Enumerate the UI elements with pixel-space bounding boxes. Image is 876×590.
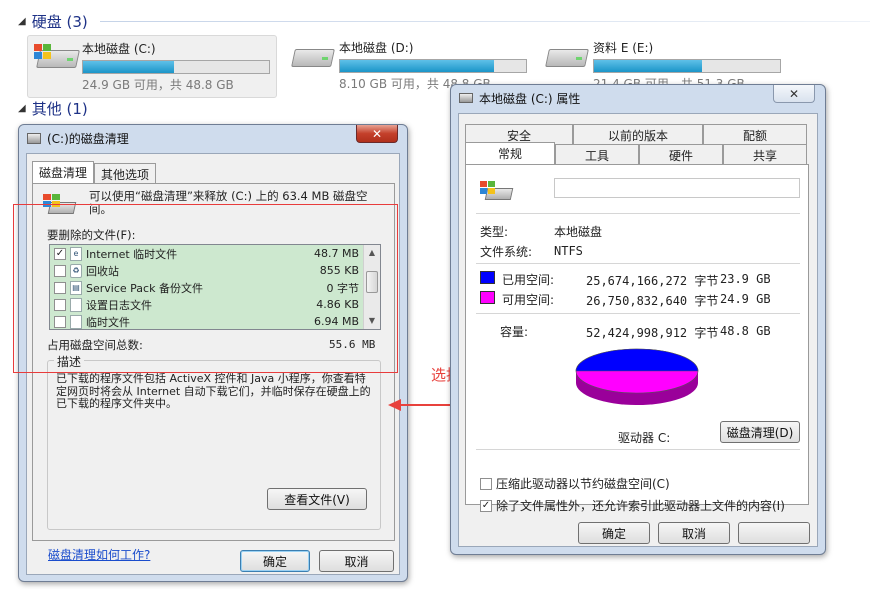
drive-free-text: 24.9 GB 可用，共 48.8 GB	[82, 78, 234, 92]
collapse-arrow-icon[interactable]: ◢	[18, 16, 26, 27]
compress-option[interactable]: 压缩此驱动器以节约磁盘空间(C)	[480, 475, 670, 492]
cleanup-tabs: 磁盘清理 其他选项	[32, 161, 157, 183]
drive-usage-bar	[82, 60, 270, 74]
ok-button[interactable]: 确定	[578, 522, 650, 544]
divider	[476, 449, 800, 450]
drive-name: 本地磁盘 (C:)	[82, 42, 156, 56]
tab-hardware[interactable]: 硬件	[639, 144, 723, 164]
free-space-bytes: 26,750,832,640 字节	[586, 294, 719, 308]
drive-label: 驱动器 C:	[618, 431, 671, 445]
description-group: 描述 已下载的程序文件包括 ActiveX 控件和 Java 小程序，你查看特定…	[47, 353, 381, 530]
close-icon[interactable]: ✕	[773, 85, 815, 103]
hard-disks-header[interactable]: ◢ 硬盘 (3)	[18, 11, 88, 32]
capacity-bytes: 52,424,998,912 字节	[586, 326, 719, 340]
collapse-arrow-icon[interactable]: ◢	[18, 103, 26, 114]
props-tabs-bottom: 常规 工具 硬件 共享	[465, 142, 807, 164]
tab-previous-versions[interactable]: 以前的版本	[573, 124, 703, 144]
disk-usage-pie	[575, 348, 699, 405]
how-cleanup-works-link[interactable]: 磁盘清理如何工作?	[48, 546, 150, 563]
description-text: 已下载的程序文件包括 ActiveX 控件和 Java 小程序，你查看特定网页时…	[56, 372, 371, 410]
pie-used-slice	[575, 348, 699, 372]
divider	[476, 313, 800, 314]
used-space-bytes: 25,674,166,272 字节	[586, 274, 719, 288]
used-space-label: 已用空间:	[502, 273, 555, 287]
drive-large-icon	[480, 179, 514, 203]
drive-properties-window: 本地磁盘 (C:) 属性 ✕ 安全 以前的版本 配额 常规 工具 硬件 共享 类…	[450, 84, 826, 555]
general-tab-page: 类型: 本地磁盘 文件系统: NTFS 已用空间: 25,674,166,272…	[465, 164, 809, 513]
props-titlebar: 本地磁盘 (C:) 属性	[451, 85, 825, 111]
free-space-swatch	[480, 291, 495, 304]
hard-drive-icon	[34, 40, 80, 74]
ok-button[interactable]: 确定	[240, 550, 310, 572]
view-files-button[interactable]: 查看文件(V)	[267, 488, 367, 510]
tab-more-options[interactable]: 其他选项	[94, 163, 157, 183]
free-space-gb: 24.9 GB	[720, 292, 771, 306]
tab-security[interactable]: 安全	[465, 124, 573, 144]
type-label: 类型:	[480, 225, 509, 239]
tab-general[interactable]: 常规	[465, 142, 555, 164]
close-icon[interactable]: ✕	[356, 125, 398, 143]
drive-name: 本地磁盘 (D:)	[339, 41, 414, 55]
divider	[476, 213, 800, 214]
tab-disk-cleanup[interactable]: 磁盘清理	[32, 161, 95, 183]
index-checkbox[interactable]: ✓	[480, 499, 492, 512]
drive-usage-bar	[339, 59, 527, 73]
cleanup-app-icon	[27, 132, 41, 144]
cleanup-title: (C:)的磁盘清理	[47, 131, 129, 146]
drive-c[interactable]: 本地磁盘 (C:) 24.9 GB 可用，共 48.8 GB	[27, 35, 277, 98]
capacity-label: 容量:	[500, 325, 529, 339]
free-space-label: 可用空间:	[502, 293, 555, 307]
other-title: 其他 (1)	[31, 100, 88, 118]
tab-sharing[interactable]: 共享	[723, 144, 807, 164]
type-value: 本地磁盘	[554, 225, 603, 239]
section-divider	[100, 21, 870, 22]
props-client: 安全 以前的版本 配额 常规 工具 硬件 共享 类型: 本地磁盘 文件系统: N…	[458, 113, 818, 547]
fs-label: 文件系统:	[480, 245, 533, 259]
props-title: 本地磁盘 (C:) 属性	[479, 91, 581, 106]
hard-drive-icon	[543, 39, 589, 73]
divider	[476, 263, 800, 264]
highlight-box	[13, 204, 398, 373]
capacity-gb: 48.8 GB	[720, 324, 771, 338]
index-option[interactable]: ✓ 除了文件属性外，还允许索引此驱动器上文件的内容(I)	[480, 497, 785, 514]
disk-cleanup-button[interactable]: 磁盘清理(D)	[720, 421, 800, 443]
used-space-swatch	[480, 271, 495, 284]
tab-quota[interactable]: 配额	[703, 124, 807, 144]
used-space-gb: 23.9 GB	[720, 272, 771, 286]
volume-label-input[interactable]	[554, 178, 800, 198]
index-label: 除了文件属性外，还允许索引此驱动器上文件的内容(I)	[496, 499, 785, 513]
hard-disks-title: 硬盘 (3)	[31, 13, 88, 31]
other-header[interactable]: ◢ 其他 (1)	[18, 98, 88, 119]
cleanup-titlebar: (C:)的磁盘清理	[19, 125, 407, 151]
fs-value: NTFS	[554, 244, 583, 258]
props-tabs-top: 安全 以前的版本 配额	[465, 124, 807, 144]
tab-tools[interactable]: 工具	[555, 144, 639, 164]
compress-checkbox[interactable]	[480, 477, 492, 490]
compress-label: 压缩此驱动器以节约磁盘空间(C)	[496, 477, 670, 491]
drive-usage-bar	[593, 59, 781, 73]
drive-name: 资料 E (E:)	[593, 41, 654, 55]
cancel-button[interactable]: 取消	[658, 522, 730, 544]
drive-small-icon	[459, 93, 473, 103]
hard-drive-icon	[289, 39, 335, 73]
cancel-button[interactable]: 取消	[319, 550, 394, 572]
apply-button[interactable]	[738, 522, 810, 544]
